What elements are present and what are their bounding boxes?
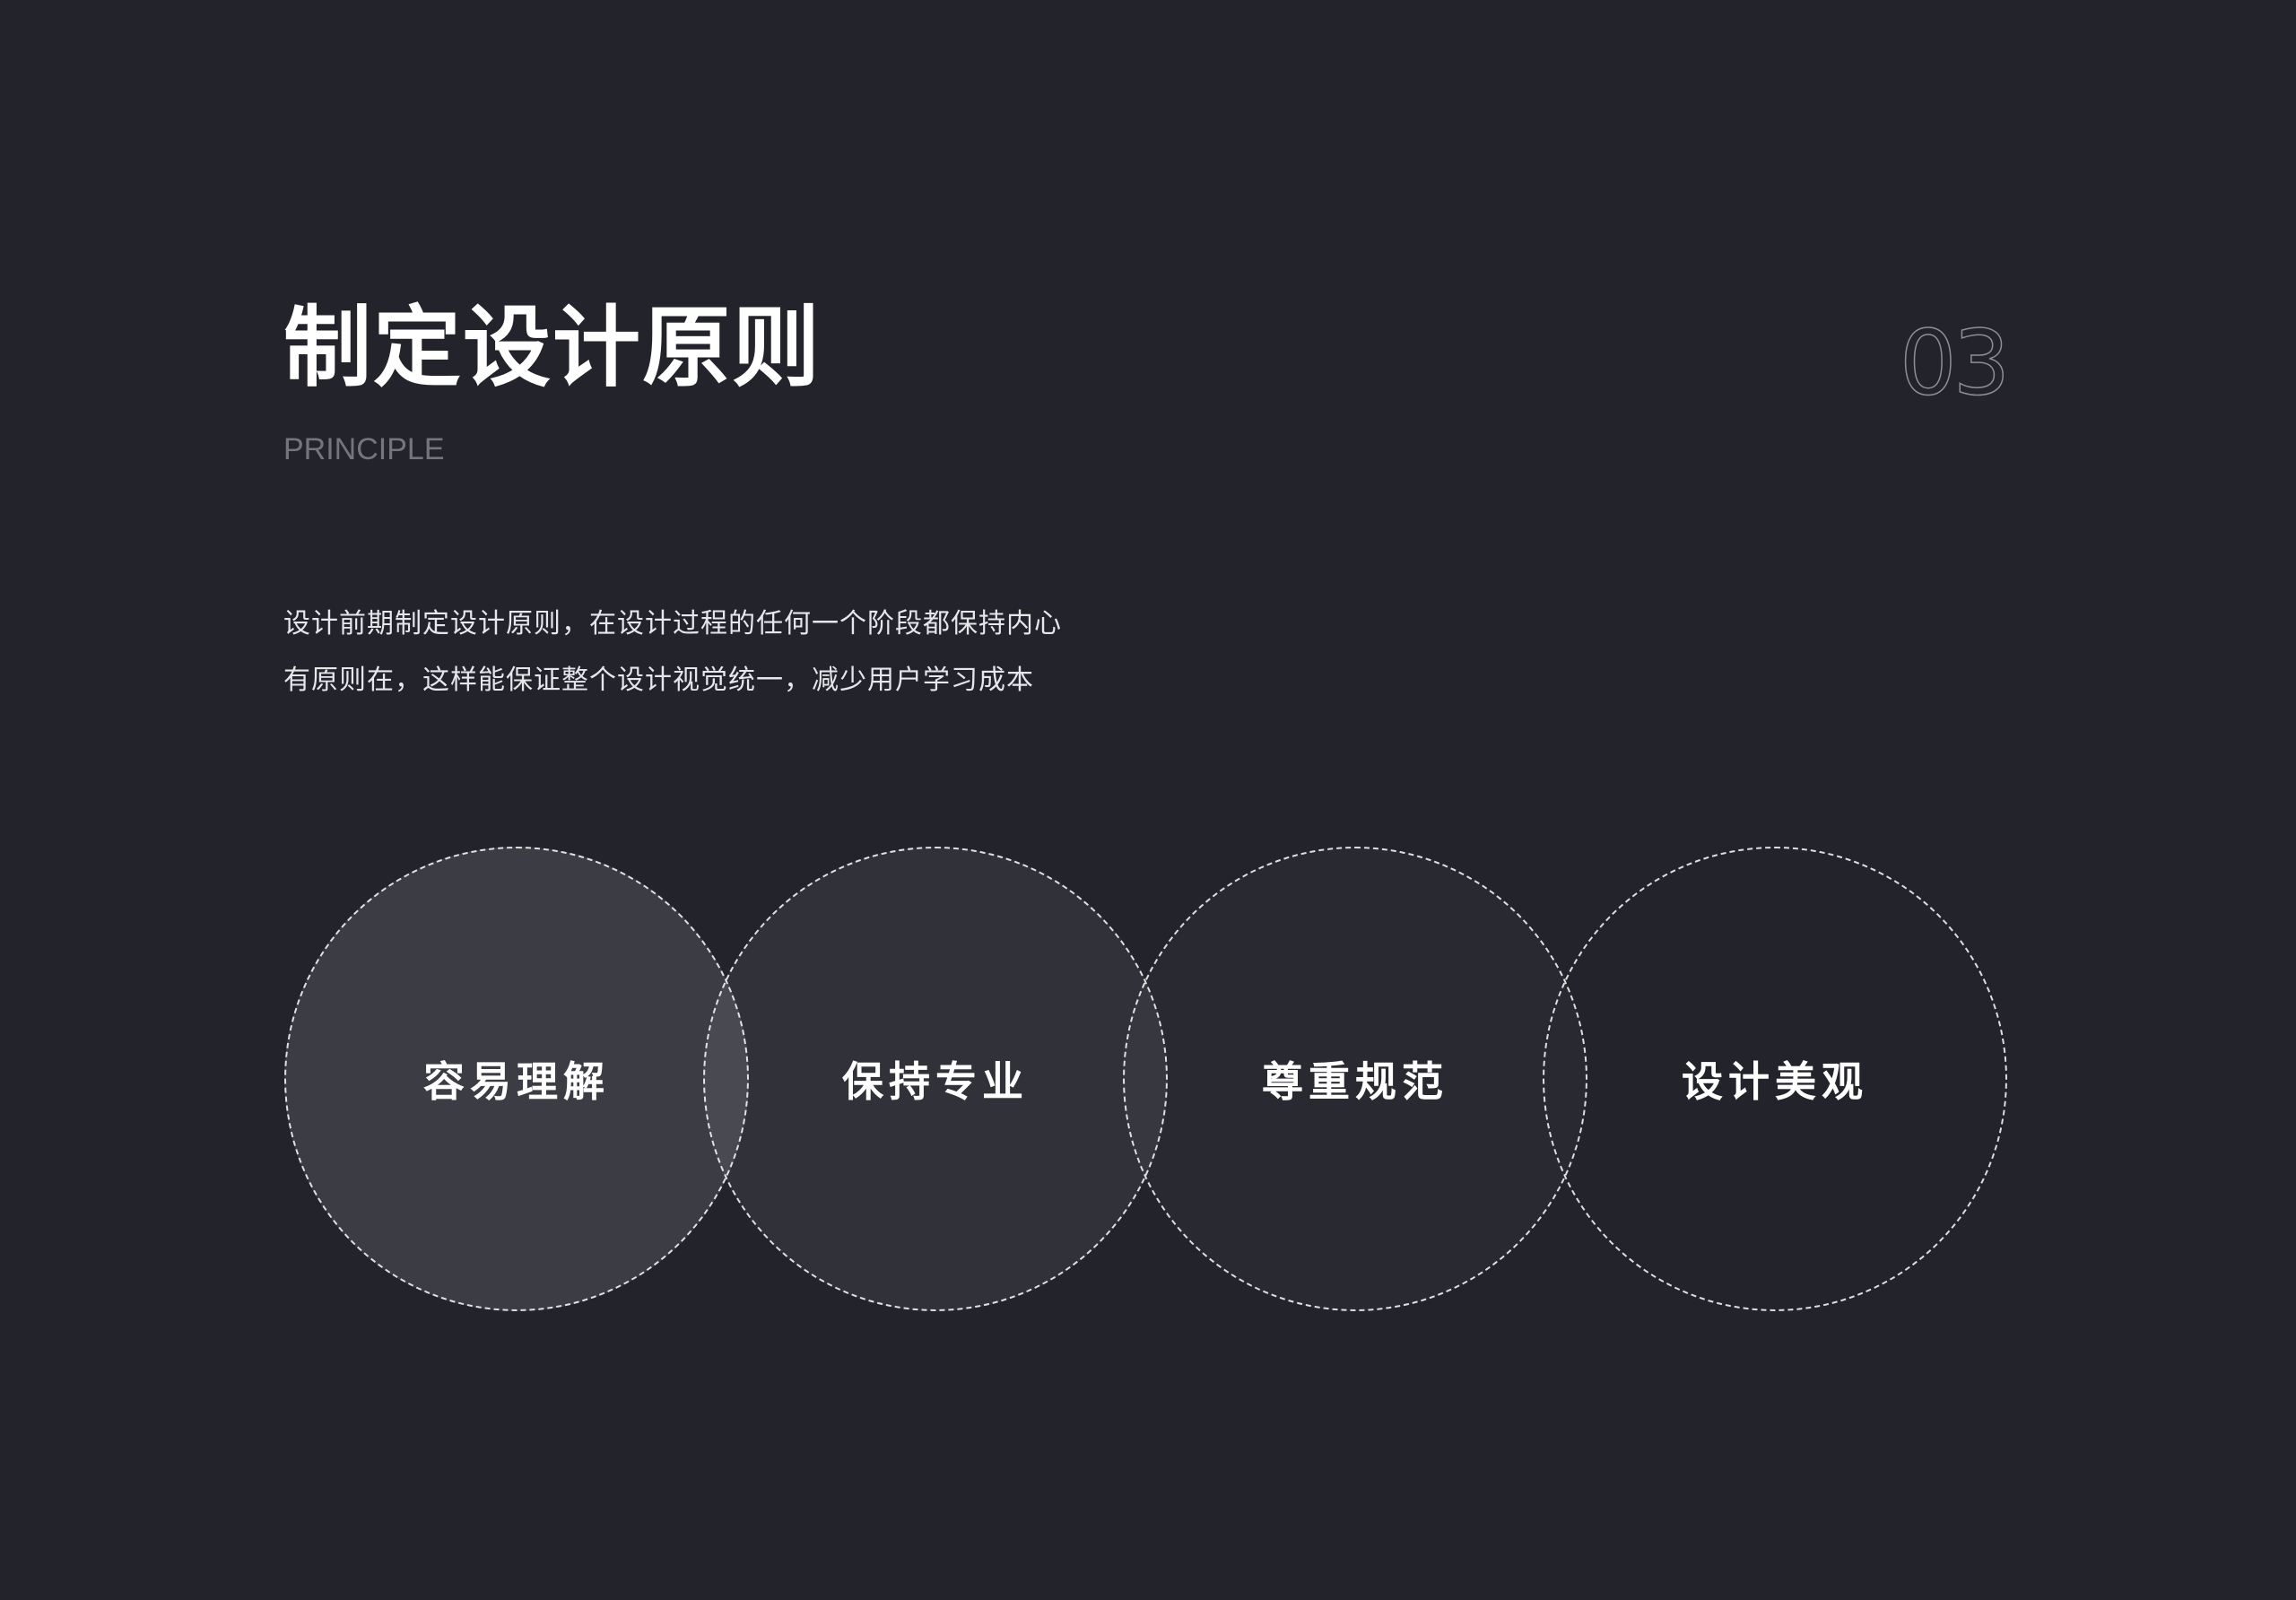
principle-circle-1: 容易理解 [284, 847, 749, 1311]
principle-circle-4: 设计美观 [1543, 847, 2007, 1311]
principle-circle-3: 尊重规范 [1123, 847, 1587, 1311]
principles-diagram: 容易理解 保持专业 尊重规范 设计美观 [0, 0, 2296, 1600]
principle-label-1: 容易理解 [423, 1057, 610, 1106]
principle-circle-2: 保持专业 [703, 847, 1168, 1311]
principle-label-3: 尊重规范 [1262, 1057, 1448, 1106]
principle-label-2: 保持专业 [842, 1057, 1029, 1106]
principle-label-4: 设计美观 [1682, 1057, 1868, 1106]
